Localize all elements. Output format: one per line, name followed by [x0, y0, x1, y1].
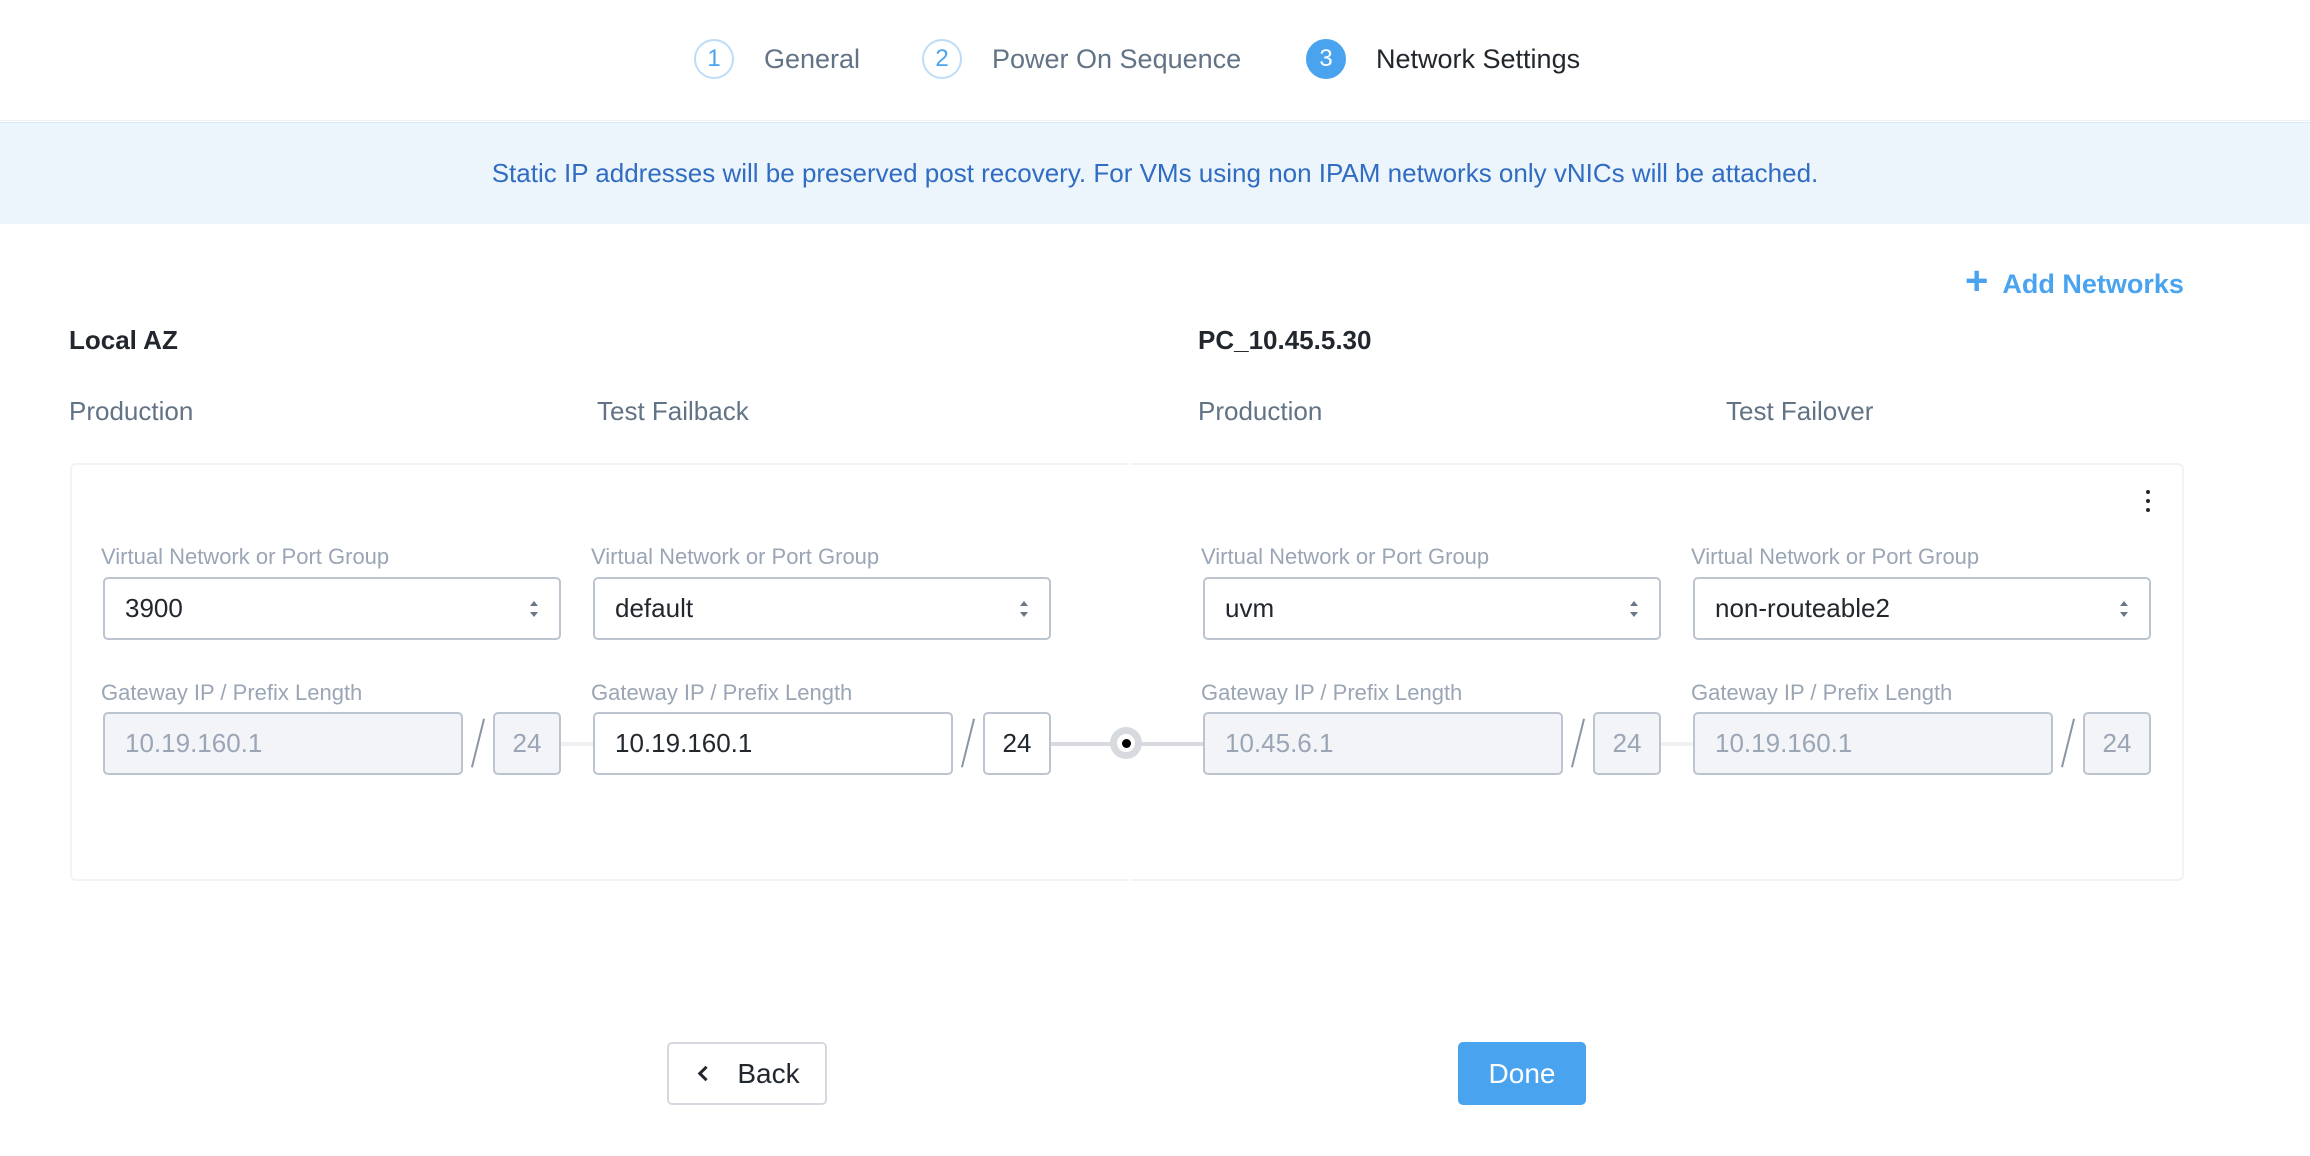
- local-production-prefix-input[interactable]: 24: [493, 712, 561, 775]
- step-label: Network Settings: [1376, 43, 1581, 74]
- local-test-failback-prefix-input[interactable]: 24: [983, 712, 1051, 775]
- network-label: Virtual Network or Port Group: [591, 544, 880, 569]
- gateway-label: Gateway IP / Prefix Length: [1201, 680, 1463, 705]
- input-value: 24: [2102, 728, 2132, 758]
- slash-separator: [1568, 718, 1588, 768]
- remote-production-prefix-input[interactable]: 24: [1593, 712, 1661, 775]
- remote-az-title: PC_10.45.5.30: [1198, 325, 1372, 355]
- remote-production-title: Production: [1198, 396, 1323, 426]
- remote-test-failover-prefix-input[interactable]: 24: [2083, 712, 2151, 775]
- local-test-failback-network-select[interactable]: default: [593, 577, 1051, 640]
- input-value: 10.45.6.1: [1225, 728, 1334, 758]
- add-networks-label: Add Networks: [2002, 268, 2184, 299]
- network-label: Virtual Network or Port Group: [1201, 544, 1490, 569]
- add-networks-button[interactable]: + Add Networks: [1965, 259, 2184, 306]
- chevron-left-icon: [698, 1065, 714, 1082]
- local-production-gateway-ip-input[interactable]: 10.19.160.1: [103, 712, 463, 775]
- select-caret-icon: [1629, 600, 1639, 617]
- gateway-label: Gateway IP / Prefix Length: [1691, 680, 1953, 705]
- back-button[interactable]: Back: [667, 1042, 827, 1105]
- select-caret-icon: [529, 600, 539, 617]
- local-production-network-select[interactable]: 3900: [103, 577, 561, 640]
- input-value: 10.19.160.1: [125, 728, 263, 758]
- network-label: Virtual Network or Port Group: [1691, 544, 1980, 569]
- step-network-settings[interactable]: 3 Network Settings: [1306, 39, 1580, 79]
- gateway-label: Gateway IP / Prefix Length: [591, 680, 853, 705]
- input-value: 24: [512, 728, 542, 758]
- step-label: Power On Sequence: [992, 43, 1242, 74]
- step-number: 2: [922, 39, 962, 79]
- local-production-title: Production: [69, 396, 194, 426]
- local-test-failback-gateway-ip-input[interactable]: 10.19.160.1: [593, 712, 953, 775]
- select-value: 3900: [125, 593, 183, 623]
- remote-test-failover-gateway-ip-input[interactable]: 10.19.160.1: [1693, 712, 2053, 775]
- back-button-label: Back: [737, 1057, 800, 1089]
- step-power-on-sequence[interactable]: 2 Power On Sequence: [922, 39, 1241, 79]
- connector-line: [1661, 742, 1693, 746]
- remote-test-failover-network-select[interactable]: non-routeable2: [1693, 577, 2151, 640]
- info-banner-text: Static IP addresses will be preserved po…: [491, 158, 1819, 188]
- select-value: uvm: [1225, 593, 1275, 623]
- gateway-label: Gateway IP / Prefix Length: [101, 680, 363, 705]
- connector-line: [561, 742, 593, 746]
- select-caret-icon: [2119, 600, 2129, 617]
- step-number: 1: [694, 39, 734, 79]
- network-link-icon: [1110, 727, 1142, 759]
- wizard-stepper: 1 General 2 Power On Sequence 3 Network …: [0, 0, 2310, 121]
- remote-network-mapping-panel: [1130, 463, 2184, 881]
- input-value: 10.19.160.1: [615, 728, 753, 758]
- step-general[interactable]: 1 General: [694, 39, 860, 79]
- done-button-label: Done: [1488, 1057, 1556, 1089]
- slash-separator: [2058, 718, 2078, 768]
- plus-icon: +: [1965, 259, 1989, 303]
- select-value: default: [615, 593, 694, 623]
- local-az-title: Local AZ: [69, 325, 178, 355]
- input-value: 24: [1002, 728, 1032, 758]
- info-banner: Static IP addresses will be preserved po…: [0, 122, 2310, 224]
- remote-production-gateway-ip-input[interactable]: 10.45.6.1: [1203, 712, 1563, 775]
- step-label: General: [764, 43, 861, 74]
- slash-separator: [958, 718, 978, 768]
- slash-separator: [468, 718, 488, 768]
- done-button[interactable]: Done: [1458, 1042, 1586, 1105]
- remote-test-failover-title: Test Failover: [1726, 396, 1874, 426]
- network-label: Virtual Network or Port Group: [101, 544, 390, 569]
- local-network-mapping-panel: [70, 463, 1128, 881]
- select-value: non-routeable2: [1715, 593, 1890, 623]
- select-caret-icon: [1019, 600, 1029, 617]
- input-value: 10.19.160.1: [1715, 728, 1853, 758]
- input-value: 24: [1612, 728, 1642, 758]
- remote-production-network-select[interactable]: uvm: [1203, 577, 1661, 640]
- step-number: 3: [1306, 39, 1346, 79]
- local-test-failback-title: Test Failback: [597, 396, 749, 426]
- more-options-icon[interactable]: [2136, 486, 2160, 516]
